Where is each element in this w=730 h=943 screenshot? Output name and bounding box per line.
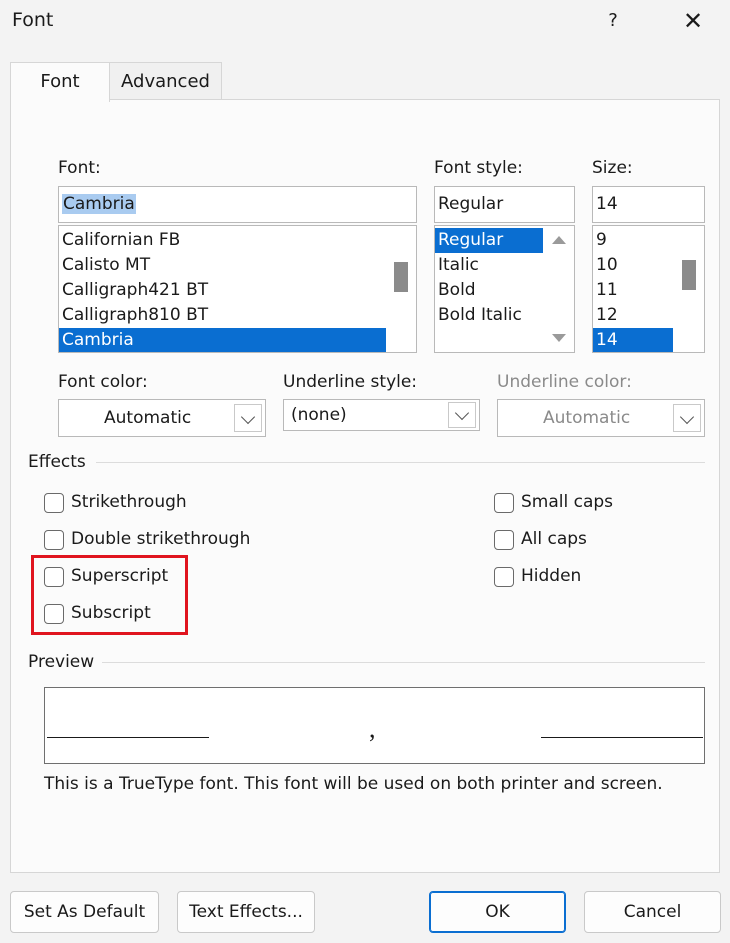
size-item-selected[interactable]: 14 <box>593 328 673 352</box>
font-list-item[interactable]: Calligraph810 BT <box>59 303 416 328</box>
all-caps-checkbox[interactable] <box>494 530 514 550</box>
preview-heading: Preview <box>28 652 95 672</box>
size-list-scrollbar[interactable] <box>674 226 704 352</box>
size-list-scroll-thumb[interactable] <box>682 260 696 290</box>
font-name-input[interactable]: Cambria <box>58 186 417 223</box>
preview-left-line <box>47 737 209 738</box>
tab-advanced[interactable]: Advanced <box>110 62 222 100</box>
tab-font-label: Font <box>40 71 80 92</box>
font-list-item[interactable]: Californian FB <box>59 228 416 253</box>
hidden-checkbox[interactable] <box>494 567 514 587</box>
font-color-value: Automatic <box>104 408 192 428</box>
font-color-label: Font color: <box>58 372 148 392</box>
subscript-label[interactable]: Subscript <box>71 603 151 623</box>
size-list[interactable]: 9 10 11 12 14 <box>592 225 705 353</box>
underline-style-value: (none) <box>291 405 347 425</box>
font-style-scrollbar[interactable] <box>544 226 574 352</box>
set-as-default-button[interactable]: Set As Default <box>10 891 159 933</box>
effects-heading: Effects <box>28 452 86 472</box>
preview-note: This is a TrueType font. This font will … <box>44 774 663 794</box>
ok-button[interactable]: OK <box>429 891 566 933</box>
font-style-input[interactable]: Regular <box>434 186 575 223</box>
small-caps-checkbox[interactable] <box>494 493 514 513</box>
double-strikethrough-label[interactable]: Double strikethrough <box>71 529 250 549</box>
underline-color-dropdown[interactable]: Automatic <box>497 399 705 437</box>
underline-color-label: Underline color: <box>497 372 632 392</box>
preview-sample: , <box>369 714 376 743</box>
all-caps-label[interactable]: All caps <box>521 529 587 549</box>
help-button[interactable]: ? <box>598 6 628 36</box>
font-color-dropdown-button[interactable] <box>234 404 262 432</box>
size-label: Size: <box>592 158 633 178</box>
superscript-label[interactable]: Superscript <box>71 566 168 586</box>
cancel-button[interactable]: Cancel <box>584 891 721 933</box>
font-style-item-selected[interactable]: Regular <box>435 228 543 253</box>
font-name-list[interactable]: Californian FB Calisto MT Calligraph421 … <box>58 225 417 353</box>
size-input[interactable]: 14 <box>592 186 705 223</box>
underline-style-dropdown[interactable]: (none) <box>283 399 480 431</box>
preview-right-line <box>541 737 703 738</box>
chevron-down-icon <box>454 405 470 421</box>
font-list-item-selected[interactable]: Cambria <box>59 328 386 352</box>
underline-style-label: Underline style: <box>283 372 418 392</box>
font-style-label: Font style: <box>434 158 523 178</box>
font-color-dropdown[interactable]: Automatic <box>58 399 266 437</box>
scroll-up-icon[interactable] <box>552 236 566 244</box>
effects-divider <box>96 462 705 463</box>
underline-color-value: Automatic <box>543 408 631 428</box>
chevron-down-icon <box>679 409 695 425</box>
tab-font[interactable]: Font <box>10 62 110 102</box>
font-name-value: Cambria <box>62 194 136 214</box>
close-button[interactable]: ✕ <box>676 4 710 38</box>
underline-style-dropdown-button[interactable] <box>448 402 476 428</box>
chevron-down-icon <box>240 409 256 425</box>
font-list-scrollbar[interactable] <box>386 226 416 352</box>
font-list-item[interactable]: Calisto MT <box>59 253 416 278</box>
font-label: Font: <box>58 158 101 178</box>
subscript-checkbox[interactable] <box>44 604 64 624</box>
strikethrough-label[interactable]: Strikethrough <box>71 492 187 512</box>
preview-divider <box>102 662 705 663</box>
font-list-scroll-thumb[interactable] <box>394 262 408 292</box>
underline-color-dropdown-button[interactable] <box>673 404 701 432</box>
superscript-checkbox[interactable] <box>44 567 64 587</box>
preview-box: , <box>44 687 705 764</box>
tab-advanced-label: Advanced <box>121 71 210 92</box>
dialog-title: Font <box>12 9 54 31</box>
font-style-list[interactable]: Regular Italic Bold Bold Italic <box>434 225 575 353</box>
small-caps-label[interactable]: Small caps <box>521 492 613 512</box>
strikethrough-checkbox[interactable] <box>44 493 64 513</box>
text-effects-button[interactable]: Text Effects... <box>177 891 315 933</box>
font-list-item[interactable]: Calligraph421 BT <box>59 278 416 303</box>
scroll-down-icon[interactable] <box>552 334 566 342</box>
hidden-label[interactable]: Hidden <box>521 566 581 586</box>
double-strikethrough-checkbox[interactable] <box>44 530 64 550</box>
